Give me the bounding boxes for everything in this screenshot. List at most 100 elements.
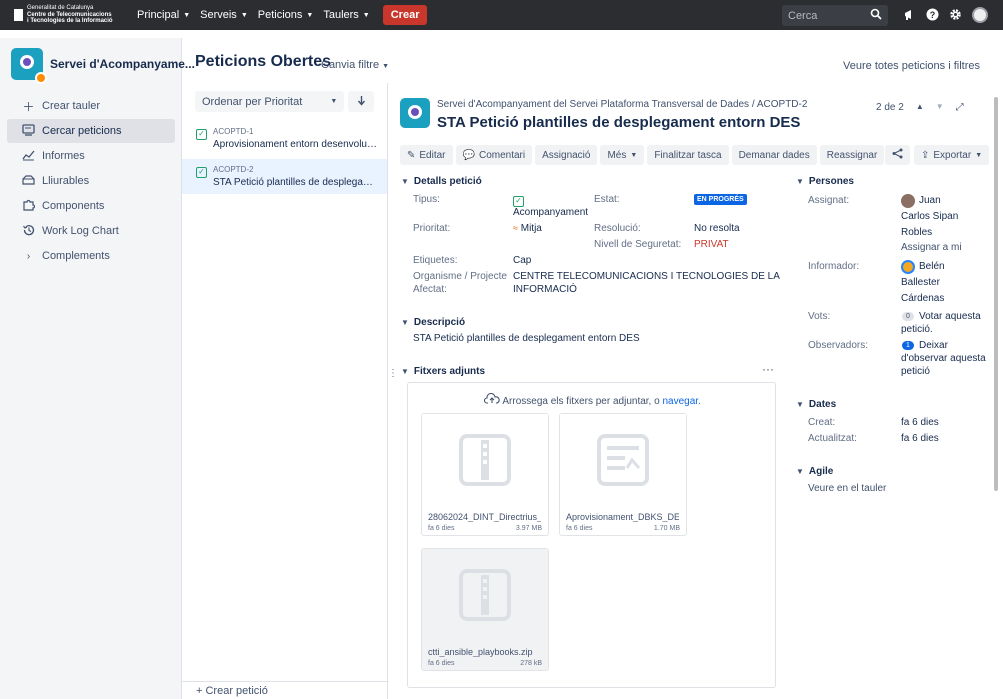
megaphone-icon[interactable] bbox=[903, 8, 916, 24]
section-details-title: Detalls petició bbox=[413, 176, 482, 187]
search-input[interactable]: Cerca bbox=[782, 5, 888, 26]
status-badge[interactable]: EN PROGRÉS bbox=[694, 194, 747, 205]
nav-principal[interactable]: Principal ▼ bbox=[132, 0, 195, 30]
list-item[interactable]: ✓ ACOPTD-1 Aprovisionament entorn desenv… bbox=[182, 121, 387, 156]
chevron-up-icon[interactable]: ▲ bbox=[916, 102, 924, 113]
more-button[interactable]: Més ▼ bbox=[600, 145, 645, 165]
reporter-name-3[interactable]: Cárdenas bbox=[901, 293, 944, 304]
assign-to-me-link[interactable]: Assignar a mi bbox=[901, 242, 962, 253]
observadors-label: Observadors: bbox=[808, 340, 869, 351]
reporter-name-1[interactable]: Belén bbox=[919, 261, 945, 272]
sidebar-item-label: Components bbox=[42, 200, 105, 212]
creat-value: fa 6 dies bbox=[901, 417, 939, 428]
pager: 2 de 2 ▲ ▼ ⤢ bbox=[876, 102, 964, 113]
sidebar-item-label: Crear tauler bbox=[42, 100, 101, 112]
comment-icon: 💬 bbox=[462, 149, 475, 161]
sidebar-item-crear-tauler[interactable]: ＋ Crear tauler bbox=[7, 94, 175, 118]
section-people-toggle[interactable]: ▼ Persones bbox=[796, 176, 854, 187]
sidebar-item-label: Cercar peticions bbox=[42, 125, 122, 137]
settings-icon[interactable] bbox=[949, 8, 962, 24]
comment-button[interactable]: 💬 Comentari bbox=[455, 145, 533, 165]
breadcrumb-key[interactable]: ACOPTD-2 bbox=[757, 99, 808, 110]
list-item[interactable]: ✓ ACOPTD-2 STA Petició plantilles de des… bbox=[182, 159, 387, 194]
comment-label: Comentari bbox=[478, 149, 526, 161]
create-request-link[interactable]: + Crear petició bbox=[182, 681, 387, 699]
assignee-name-3[interactable]: Robles bbox=[901, 227, 932, 238]
section-details-toggle[interactable]: ▼ Detalls petició bbox=[401, 176, 482, 187]
chevron-down-icon: ▼ bbox=[796, 467, 804, 476]
unwatch-link-3[interactable]: petició bbox=[901, 366, 930, 377]
nav-taulers[interactable]: Taulers ▼ bbox=[318, 0, 374, 30]
request-data-button[interactable]: Demanar dades bbox=[731, 145, 817, 165]
create-button[interactable]: Crear bbox=[382, 5, 428, 25]
sidebar-item-cercar-peticions[interactable]: Cercar peticions bbox=[7, 119, 175, 143]
section-description-toggle[interactable]: ▼ Descripció bbox=[401, 317, 465, 328]
document-icon bbox=[560, 414, 686, 506]
export-button[interactable]: ⇪ Exportar ▼ bbox=[914, 145, 990, 165]
plus-icon: ＋ bbox=[22, 99, 35, 114]
top-nav: Principal ▼ Serveis ▼ Peticions ▼ Taulers ▼ bbox=[132, 0, 375, 30]
assignee-name-2[interactable]: Carlos Sipan bbox=[901, 211, 958, 222]
attachment-name: Aprovisionament_DBKS_DEV... bbox=[566, 512, 679, 522]
edit-button[interactable]: ✎ Editar bbox=[400, 145, 453, 165]
sort-select[interactable]: Ordenar per Prioritat ▼ bbox=[195, 91, 345, 112]
view-in-board-link[interactable]: Veure en el tauler bbox=[808, 483, 886, 494]
section-dates-toggle[interactable]: ▼ Dates bbox=[796, 399, 836, 410]
breadcrumb-project[interactable]: Servei d'Acompanyament del Servei Plataf… bbox=[437, 99, 749, 110]
browse-link[interactable]: navegar. bbox=[662, 396, 700, 407]
help-icon[interactable]: ? bbox=[926, 8, 939, 24]
nav-taulers-label: Taulers bbox=[323, 9, 359, 21]
vote-link-2[interactable]: petició. bbox=[901, 324, 933, 335]
nav-peticions[interactable]: Peticions ▼ bbox=[253, 0, 319, 30]
breadcrumb: Servei d'Acompanyament del Servei Plataf… bbox=[437, 99, 807, 110]
pane-resize-handle[interactable]: ⋮ bbox=[388, 369, 398, 379]
vote-link-1[interactable]: Votar aquesta bbox=[919, 311, 981, 322]
history-icon bbox=[21, 224, 36, 239]
sort-direction-button[interactable] bbox=[348, 91, 374, 112]
attachment-date: fa 6 dies bbox=[428, 660, 455, 667]
attachment-card[interactable]: 28062024_DINT_Directrius_I... fa 6 dies … bbox=[421, 413, 549, 536]
attachments-dropzone[interactable]: Arrossega els fitxers per adjuntar, o na… bbox=[407, 382, 776, 688]
sidebar-item-lliurables[interactable]: Lliurables bbox=[7, 169, 175, 193]
sidebar-item-components[interactable]: Components bbox=[7, 194, 175, 218]
reporter-name-2[interactable]: Ballester bbox=[901, 277, 940, 288]
finish-task-button[interactable]: Finalitzar tasca bbox=[647, 145, 729, 165]
reassign-button[interactable]: Reassignar bbox=[819, 145, 885, 165]
unwatch-link-1[interactable]: Deixar bbox=[919, 340, 948, 351]
share-button[interactable] bbox=[885, 145, 910, 165]
etiquetes-label: Etiquetes: bbox=[413, 255, 458, 266]
search-icon[interactable] bbox=[870, 8, 882, 23]
logo-line-3: i Tecnologies de la Informació bbox=[27, 18, 113, 25]
chevron-down-icon[interactable]: ▼ bbox=[936, 102, 944, 113]
reassign-label: Reassignar bbox=[826, 149, 878, 161]
attachment-card[interactable]: ctti_ansible_playbooks.zip fa 6 dies 278… bbox=[421, 548, 549, 671]
avatar[interactable] bbox=[972, 7, 988, 23]
more-options-icon[interactable]: ··· bbox=[762, 362, 774, 376]
unwatch-link-2[interactable]: d'observar aquesta bbox=[901, 353, 986, 364]
sidebar-item-label: Work Log Chart bbox=[42, 225, 119, 237]
chevron-down-icon: ▼ bbox=[401, 367, 409, 376]
scrollbar[interactable] bbox=[994, 97, 998, 491]
change-filter-label: Canvia filtre bbox=[321, 59, 380, 71]
export-icon: ⇪ bbox=[921, 149, 930, 161]
chevron-right-icon: › bbox=[26, 250, 31, 262]
sidebar-item-work-log-chart[interactable]: Work Log Chart bbox=[7, 219, 175, 243]
project-header[interactable]: Servei d'Acompanyame... bbox=[0, 38, 195, 90]
expand-icon[interactable]: ⤢ bbox=[956, 102, 964, 113]
sidebar-item-complements[interactable]: › Complements bbox=[7, 244, 175, 268]
pencil-icon: ✎ bbox=[407, 149, 416, 161]
section-people-title: Persones bbox=[808, 176, 854, 187]
ctti-logo[interactable]: Generalitat de Catalunya Centre de Telec… bbox=[14, 4, 126, 26]
nav-serveis[interactable]: Serveis ▼ bbox=[195, 0, 253, 30]
organisme-label-2: Afectat: bbox=[413, 284, 447, 295]
assignee-name-1[interactable]: Juan bbox=[919, 195, 941, 206]
attachment-name: 28062024_DINT_Directrius_I... bbox=[428, 512, 541, 522]
chevron-down-icon: ▼ bbox=[306, 11, 314, 19]
section-agile-toggle[interactable]: ▼ Agile bbox=[796, 466, 833, 477]
change-filter-button[interactable]: Canvia filtre ▼ bbox=[321, 59, 389, 71]
section-attachments-toggle[interactable]: ▼ Fitxers adjunts bbox=[401, 366, 485, 377]
view-all-link[interactable]: Veure totes peticions i filtres bbox=[843, 60, 980, 72]
attachment-card[interactable]: Aprovisionament_DBKS_DEV... fa 6 dies 1.… bbox=[559, 413, 687, 536]
sidebar-item-informes[interactable]: Informes bbox=[7, 144, 175, 168]
assign-button[interactable]: Assignació bbox=[535, 145, 598, 165]
